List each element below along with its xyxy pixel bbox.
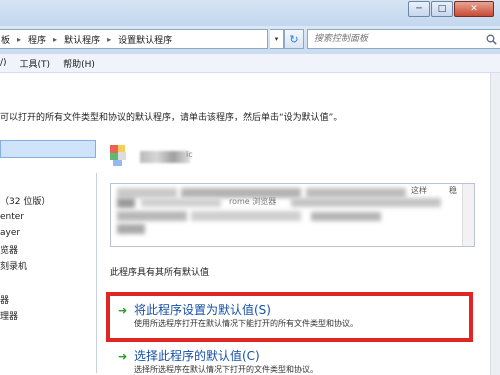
navigation-bar: 板 ▸ 程序 ▸ 默认程序 ▸ 设置默认程序 ▾ ↻ [0, 26, 500, 54]
blurred-text [117, 224, 145, 234]
blurred-text [117, 211, 187, 221]
close-icon: ✕ [470, 3, 478, 14]
breadcrumb-programs[interactable]: 程序 [28, 33, 46, 46]
search-input[interactable] [312, 33, 486, 45]
green-arrow-icon: ➜ [118, 350, 128, 363]
program-description-box: rome 浏览器 这样 稳 [110, 183, 475, 247]
breadcrumb-set-default-programs[interactable]: 设置默认程序 [118, 33, 172, 46]
menu-item-tools[interactable]: 工具(T) [20, 57, 51, 70]
description-fragment: 稳 [449, 186, 457, 195]
defaults-status-text: 此程序具有其所有默认值 [110, 268, 210, 278]
blurred-text [141, 198, 221, 207]
program-name-suffix: ic [186, 150, 193, 159]
breadcrumb-separator-icon[interactable]: ▸ [17, 35, 21, 44]
close-button[interactable]: ✕ [454, 1, 494, 17]
menu-item-view[interactable]: /) [0, 58, 7, 68]
breadcrumb-separator-icon[interactable]: ▸ [53, 35, 57, 44]
window-controls: ─ □ ✕ [407, 1, 494, 19]
refresh-icon: ↻ [289, 32, 299, 46]
blurred-text [117, 198, 135, 208]
program-list-item[interactable]: 理器 [0, 309, 18, 322]
address-bar[interactable]: 板 ▸ 程序 ▸ 默认程序 ▸ 设置默认程序 [0, 29, 268, 49]
program-list-item[interactable]: ayer [0, 228, 20, 238]
blurred-text [191, 211, 301, 221]
program-list-item[interactable]: 览器 [0, 243, 18, 256]
blurred-text [311, 212, 381, 221]
menu-item-help[interactable]: 帮助(H) [63, 57, 95, 70]
maximize-icon: □ [437, 3, 447, 14]
program-list-item[interactable]: 刻录机 [0, 259, 27, 272]
window-scrollbar[interactable] [490, 73, 500, 375]
choose-defaults-title[interactable]: 选择此程序的默认值(C) [134, 347, 260, 364]
list-divider [96, 173, 97, 373]
description-scrollbar[interactable] [462, 184, 474, 246]
minimize-icon: ─ [416, 3, 422, 14]
instruction-text: 可以打开的所有文件类型和协议的默认程序，请单击该程序，然后单击“设为默认值”。 [0, 113, 343, 123]
set-as-default-title[interactable]: 将此程序设置为默认值(S) [134, 301, 271, 318]
program-name-blurred [140, 151, 190, 163]
program-list-item[interactable]: enter [0, 212, 24, 222]
breadcrumb-separator-icon[interactable]: ▸ [107, 35, 111, 44]
program-list-item-selected[interactable] [0, 140, 96, 158]
refresh-button[interactable]: ↻ [284, 29, 304, 49]
blurred-text [117, 188, 177, 198]
green-arrow-icon: ➜ [118, 304, 128, 317]
main-content: 可以打开的所有文件类型和协议的默认程序，请单击该程序，然后单击“设为默认值”。 … [0, 73, 500, 375]
breadcrumb-default-programs[interactable]: 默认程序 [64, 33, 100, 46]
program-list-item[interactable]: （32 位版） [0, 194, 50, 207]
title-bar: ─ □ ✕ [0, 0, 500, 26]
choose-defaults-subtitle: 选择所选程序在默认情况下打开的文件类型和协议。 [134, 365, 318, 374]
description-fragment: 这样 [411, 186, 427, 195]
program-list-item[interactable]: 器 [0, 293, 9, 306]
blurred-text [291, 198, 441, 207]
program-logo-icon [110, 145, 126, 166]
description-fragment: rome 浏览器 [229, 197, 277, 206]
search-box[interactable] [307, 29, 500, 49]
breadcrumb-control-panel[interactable]: 板 [1, 33, 10, 46]
address-history-dropdown[interactable]: ▾ [270, 29, 284, 49]
set-as-default-subtitle: 使用所选程序打开在默认情况下能打开的所有文件类型和协议。 [134, 319, 358, 328]
chevron-down-icon: ▾ [274, 35, 279, 43]
blurred-text [306, 188, 406, 198]
maximize-button[interactable]: □ [431, 1, 453, 17]
menu-bar: /) 工具(T) 帮助(H) [0, 54, 500, 73]
minimize-button[interactable]: ─ [408, 1, 430, 17]
search-icon[interactable] [486, 34, 497, 45]
